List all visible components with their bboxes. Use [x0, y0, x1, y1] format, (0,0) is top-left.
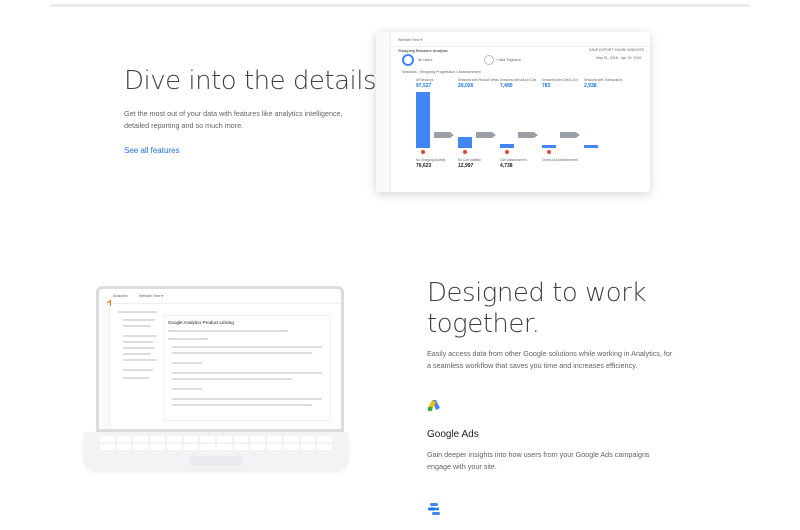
funnel-stage-value: 783 — [542, 83, 551, 89]
keyboard-key — [166, 444, 182, 450]
shopping-behavior-screenshot: Website View ▾ Shopping Behavior Analysi… — [376, 32, 650, 192]
keyboard-key — [116, 444, 132, 450]
segment-all-users[interactable]: All Users — [418, 58, 432, 62]
laptop-sidebar — [99, 303, 110, 429]
keyboard-key — [217, 436, 232, 442]
funnel-progress-arrow — [434, 132, 454, 138]
keyboard-key — [317, 444, 332, 450]
laptop-linking-panel: Google Analytics Product Linking — [163, 315, 331, 421]
funnel-stage-label: Sessions with Add to Cart — [500, 78, 537, 82]
dashboard-actions[interactable]: SAVE EXPORT SHARE INSIGHTS — [589, 48, 644, 52]
laptop-screen: Analytics Website View ▾ Google Analytic… — [96, 286, 344, 432]
keyboard-key — [283, 436, 299, 442]
section2-body: Easily access data from other Google sol… — [427, 349, 673, 370]
funnel-stage-label: All Sessions — [416, 78, 434, 82]
section2-heading-line2: together. — [427, 309, 540, 339]
keyboard-key — [267, 444, 282, 450]
funnel-stage-value: 20,026 — [458, 83, 474, 89]
dashboard-title: Shopping Behavior Analysis — [398, 48, 448, 53]
dashboard-sidebar — [376, 32, 391, 192]
dashboard-view-label[interactable]: Website View ▾ — [398, 38, 422, 42]
abandonment-value: 4,738 — [500, 163, 513, 169]
keyboard-key — [100, 436, 115, 442]
laptop-app-header: Analytics Website View ▾ — [99, 289, 341, 306]
funnel-stage-label: Sessions with Product Views — [458, 78, 499, 82]
abandonment-marker-icon — [547, 150, 551, 154]
laptop-keyboard — [84, 432, 348, 470]
see-all-features-link[interactable]: See all features — [124, 146, 180, 155]
laptop-panel-title: Google Analytics Product Linking — [168, 320, 234, 325]
funnel-bar[interactable] — [584, 145, 598, 148]
add-segment[interactable]: + Add Segment — [496, 58, 521, 62]
keyboard-key — [150, 444, 165, 450]
abandonment-label: No Shopping Activity — [416, 158, 446, 162]
abandonment-marker-icon — [421, 150, 425, 154]
top-divider — [50, 4, 750, 7]
funnel-stage-label: Sessions with Transactions — [584, 78, 623, 82]
keyboard-key — [200, 444, 215, 450]
keyboard-key — [317, 436, 332, 442]
google-ads-title: Google Ads — [427, 429, 479, 440]
keyboard-key — [267, 436, 282, 442]
keyboard-key — [183, 444, 199, 450]
abandonment-marker-icon — [463, 150, 467, 154]
section2-heading-line1: Designed to work — [427, 278, 646, 308]
funnel-progress-arrow — [476, 132, 496, 138]
analytics-logo-icon — [105, 293, 111, 306]
funnel-progress-arrow — [560, 132, 580, 138]
funnel-stage-value: 2,938 — [584, 83, 597, 89]
keyboard-key — [217, 444, 232, 450]
laptop-view-label[interactable]: Website View ▾ — [139, 294, 163, 298]
funnel-bar[interactable] — [542, 145, 556, 148]
keyboard-key — [300, 436, 316, 442]
funnel-stage-value: 97,527 — [416, 83, 432, 89]
keyboard-key — [250, 444, 266, 450]
keyboard-key — [166, 436, 182, 442]
abandonment-label: Cart Abandonment — [500, 158, 527, 162]
keyboard-key — [133, 444, 149, 450]
funnel-legend: Sessions • Shopping Progression • Abando… — [402, 70, 481, 74]
google-ads-body: Gain deeper insights into how users from… — [427, 450, 650, 471]
funnel-progress-arrow — [518, 132, 538, 138]
abandonment-value: 12,997 — [458, 163, 474, 169]
abandonment-value: 76,623 — [416, 163, 432, 169]
section1-body: Get the most out of your data with featu… — [124, 109, 343, 130]
laptop-trackpad — [190, 456, 242, 466]
funnel-bar[interactable] — [500, 143, 514, 148]
keyboard-key — [300, 444, 316, 450]
keyboard-key — [150, 436, 165, 442]
funnel-stage-label: Sessions with Check-Out — [542, 78, 578, 82]
section1-heading: Dive into the details. — [124, 66, 384, 96]
keyboard-key — [283, 444, 299, 450]
keyboard-key — [250, 436, 266, 442]
abandonment-marker-icon — [505, 150, 509, 154]
keyboard-key — [100, 444, 115, 450]
abandonment-label: Check-Out Abandonment — [542, 158, 578, 162]
google-ads-icon — [427, 399, 441, 412]
data-studio-icon — [427, 502, 441, 516]
add-segment-icon — [484, 55, 494, 65]
keyboard-key — [233, 436, 249, 442]
keyboard-key — [116, 436, 132, 442]
abandonment-label: No Cart Addition — [458, 158, 482, 162]
funnel-bar[interactable] — [458, 136, 472, 148]
keyboard-key — [133, 436, 149, 442]
date-range[interactable]: May 21, 2018 - Apr 19, 2019 — [596, 56, 641, 60]
segment-all-users-icon — [402, 54, 414, 66]
keyboard-key — [233, 444, 249, 450]
funnel-stage-value: 7,490 — [500, 83, 513, 89]
dashboard-header: Website View ▾ — [390, 32, 650, 47]
keyboard-key — [200, 436, 215, 442]
laptop-app-name: Analytics — [113, 294, 128, 298]
keyboard-key — [183, 436, 199, 442]
funnel-bar[interactable] — [416, 92, 430, 148]
